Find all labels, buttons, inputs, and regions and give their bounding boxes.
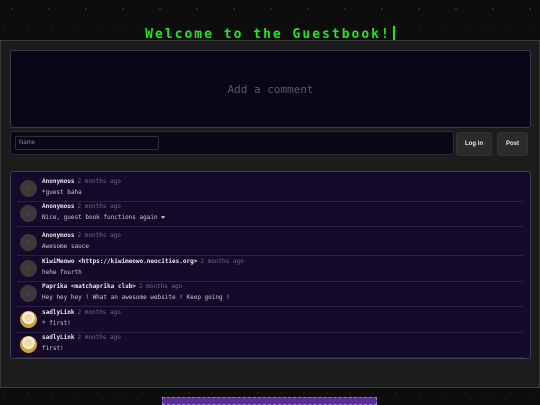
guestbook-container: Add a comment Name Log in Post ◌ Anonymo… (0, 40, 540, 388)
comment-item: sadlyLink 2 months ago * first! (17, 308, 523, 333)
user-avatar-icon: ◌ (20, 285, 37, 302)
comment-author: Anonymous (42, 178, 75, 185)
user-avatar-image (20, 336, 37, 353)
comment-time: 2 months ago (77, 309, 121, 316)
login-button-label: Log in (465, 141, 483, 147)
comment-text: Nice, guest book functions again ❤ (42, 214, 165, 221)
login-button[interactable]: Log in (456, 132, 492, 156)
comment-text: hehe fourth (42, 269, 82, 276)
comment-text: Awesome sauce (42, 243, 89, 250)
comment-item: ◌ KiwiMeowo <https://kiwimeowo.neocities… (17, 257, 523, 282)
comment-time: 2 months ago (200, 258, 244, 265)
user-avatar-icon: ◌ (20, 180, 37, 197)
comment-time: 2 months ago (138, 283, 183, 290)
comment-time: 2 months ago (77, 232, 121, 239)
name-row: Name (10, 131, 454, 155)
comment-list: ◌ Anonymous 2 months ago *guest baha ◌ An… (10, 171, 531, 359)
name-placeholder: Name (19, 140, 36, 146)
comment-item: ◌ Anonymous 2 months ago Awesome sauce (17, 231, 523, 256)
comment-placeholder: Add a comment (227, 82, 314, 96)
user-avatar-icon: ◌ (20, 234, 37, 251)
comment-item: ◌ Anonymous 2 months ago *guest baha (17, 177, 523, 202)
comment-text: first! (42, 345, 64, 352)
comment-text: *guest baha (42, 189, 82, 196)
comment-time: 2 months ago (77, 334, 121, 341)
user-avatar-image (20, 311, 37, 328)
name-input[interactable]: Name (15, 136, 159, 150)
comment-text: Hey hey hey ! What an awesome website ! … (42, 294, 230, 301)
comment-author: Paprika <matchaprika club> (42, 283, 136, 290)
user-avatar-icon: ◌ (20, 260, 37, 277)
user-avatar-icon: ◌ (20, 205, 37, 222)
comment-author: Anonymous (42, 232, 75, 239)
comment-item: ◌ Paprika <matchaprika club> 2 months ago… (17, 282, 523, 307)
comment-item: ◌ Anonymous 2 months ago Nice, guest book… (17, 202, 523, 227)
comment-time: 2 months ago (77, 203, 121, 210)
post-button[interactable]: Post (497, 132, 528, 156)
comment-time: 2 months ago (77, 178, 121, 185)
post-button-label: Post (505, 141, 519, 147)
text-cursor (392, 26, 395, 40)
comment-author: sadlyLink (42, 334, 75, 341)
comment-textarea[interactable]: Add a comment (10, 50, 531, 128)
footer-bar (162, 397, 377, 405)
comment-text: * first! (42, 320, 71, 327)
comment-author: sadlyLink (42, 309, 75, 316)
comment-author: Anonymous (42, 203, 75, 210)
comment-author: KiwiMeowo <https://kiwimeowo.neocities.o… (42, 258, 198, 265)
comment-item: sadlyLink 2 months ago first! (17, 333, 523, 358)
